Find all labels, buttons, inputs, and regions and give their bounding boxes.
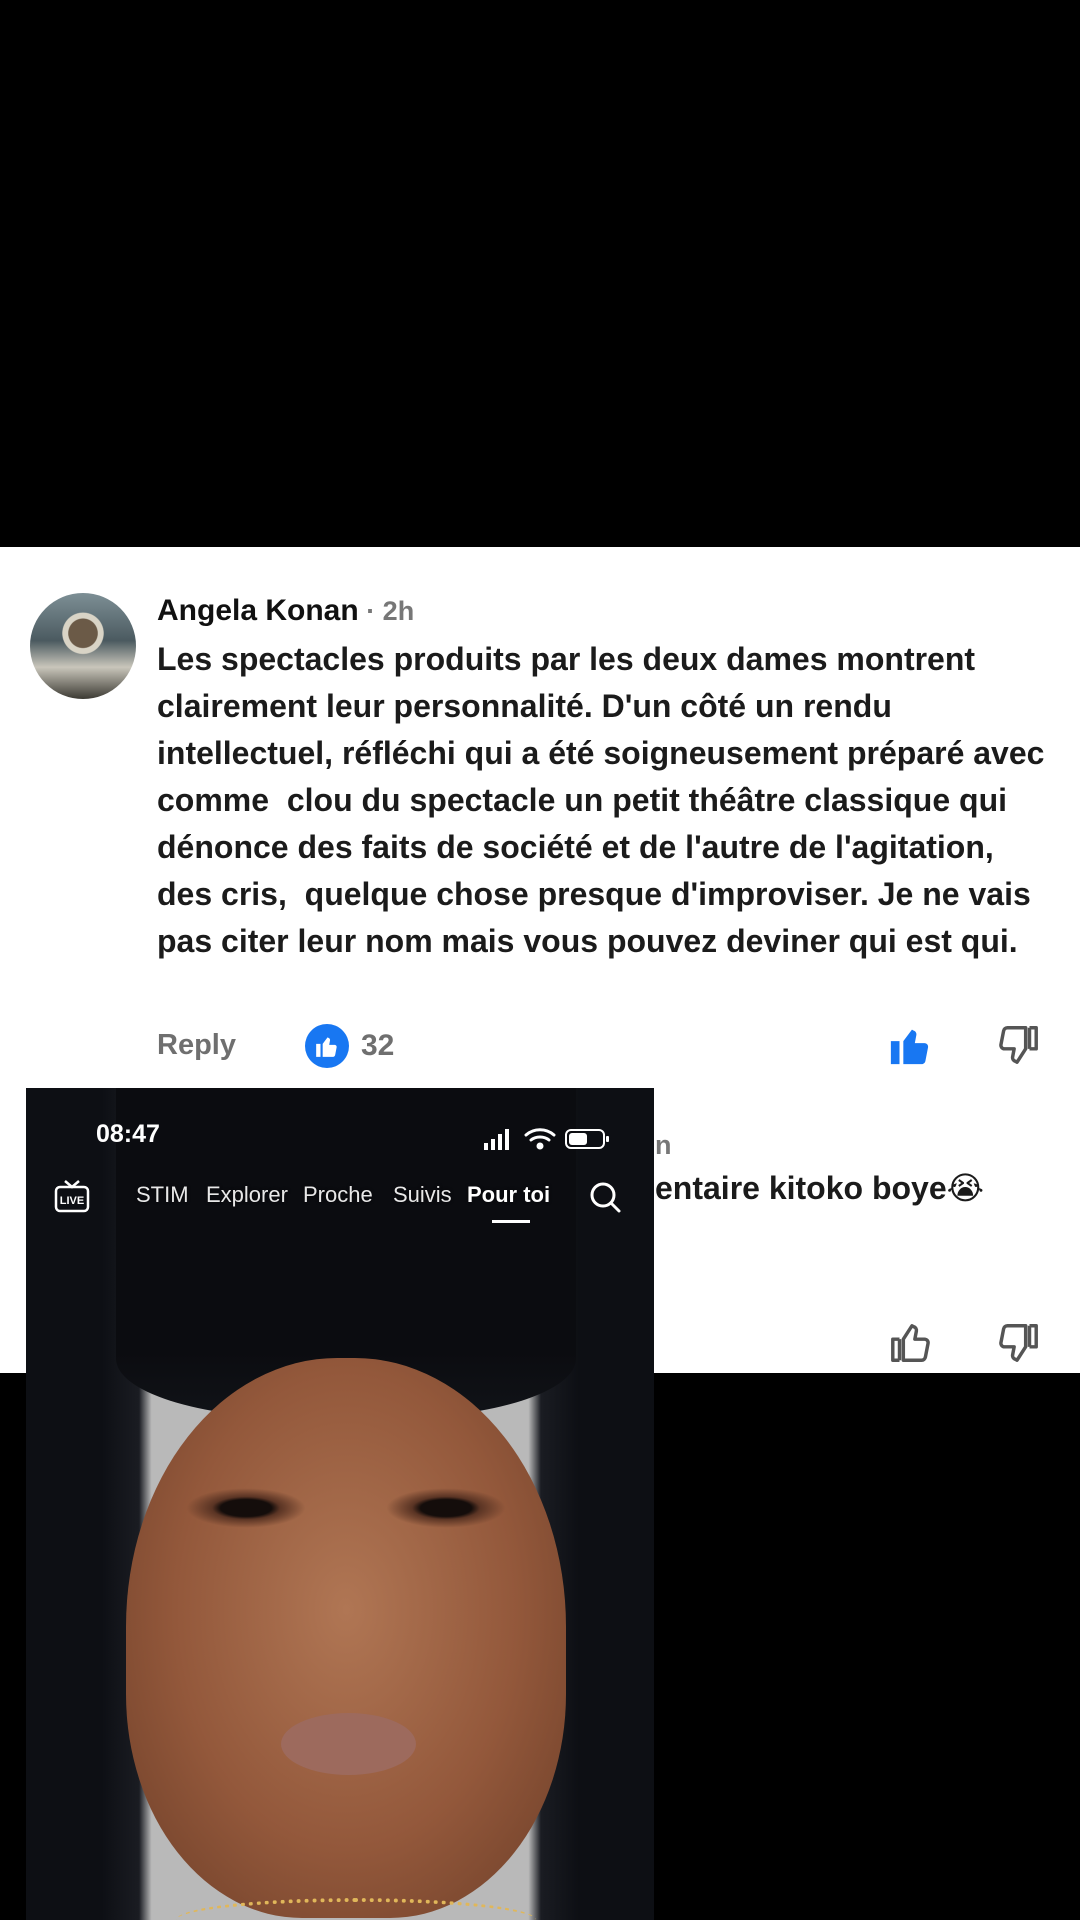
tab-explorer[interactable]: Explorer	[206, 1180, 288, 1210]
live-icon[interactable]: LIVE	[54, 1178, 90, 1214]
embedded-phone-screenshot: 08:47 LIVE STIM Explorer Proche Suivis P…	[26, 1088, 654, 1920]
lips	[281, 1713, 416, 1775]
like-button[interactable]	[888, 1022, 934, 1068]
battery-icon	[565, 1129, 609, 1149]
reply-button[interactable]: Reply	[157, 1024, 236, 1066]
status-time: 08:47	[96, 1120, 160, 1148]
live-label: LIVE	[60, 1195, 84, 1207]
active-tab-indicator	[492, 1220, 530, 1223]
search-icon[interactable]	[588, 1180, 622, 1214]
tab-stim[interactable]: STIM	[136, 1180, 189, 1210]
comment-timestamp: · 2h	[358, 596, 415, 626]
necklace	[176, 1898, 536, 1920]
comment-author[interactable]: Angela Konan	[157, 594, 359, 627]
top-nav: LIVE STIM Explorer Proche Suivis Pour to…	[26, 1168, 654, 1228]
eye	[386, 1488, 506, 1528]
thumbs-up-icon	[316, 1037, 337, 1057]
comment-text: Les spectacles produits par les deux dam…	[157, 641, 1054, 959]
comment-text-partial: entaire kitoko boye😭	[655, 1170, 985, 1206]
eye	[186, 1488, 306, 1528]
status-icons	[484, 1128, 609, 1150]
dislike-button[interactable]	[995, 1320, 1041, 1366]
tab-suivis[interactable]: Suivis	[393, 1180, 452, 1210]
tab-pour-toi[interactable]: Pour toi	[467, 1180, 550, 1210]
signal-icon	[484, 1129, 509, 1150]
tab-proche[interactable]: Proche	[303, 1180, 373, 1210]
dislike-button[interactable]	[995, 1022, 1041, 1068]
like-count: 32	[361, 1029, 395, 1062]
avatar[interactable]	[30, 593, 136, 699]
wifi-icon	[524, 1128, 556, 1150]
comment-author-partial[interactable]: n	[655, 1125, 672, 1165]
like-button[interactable]	[888, 1320, 934, 1366]
portrait-face	[126, 1358, 566, 1918]
like-count-badge	[305, 1024, 349, 1068]
comment-header: Angela Konan · 2h	[157, 591, 414, 631]
